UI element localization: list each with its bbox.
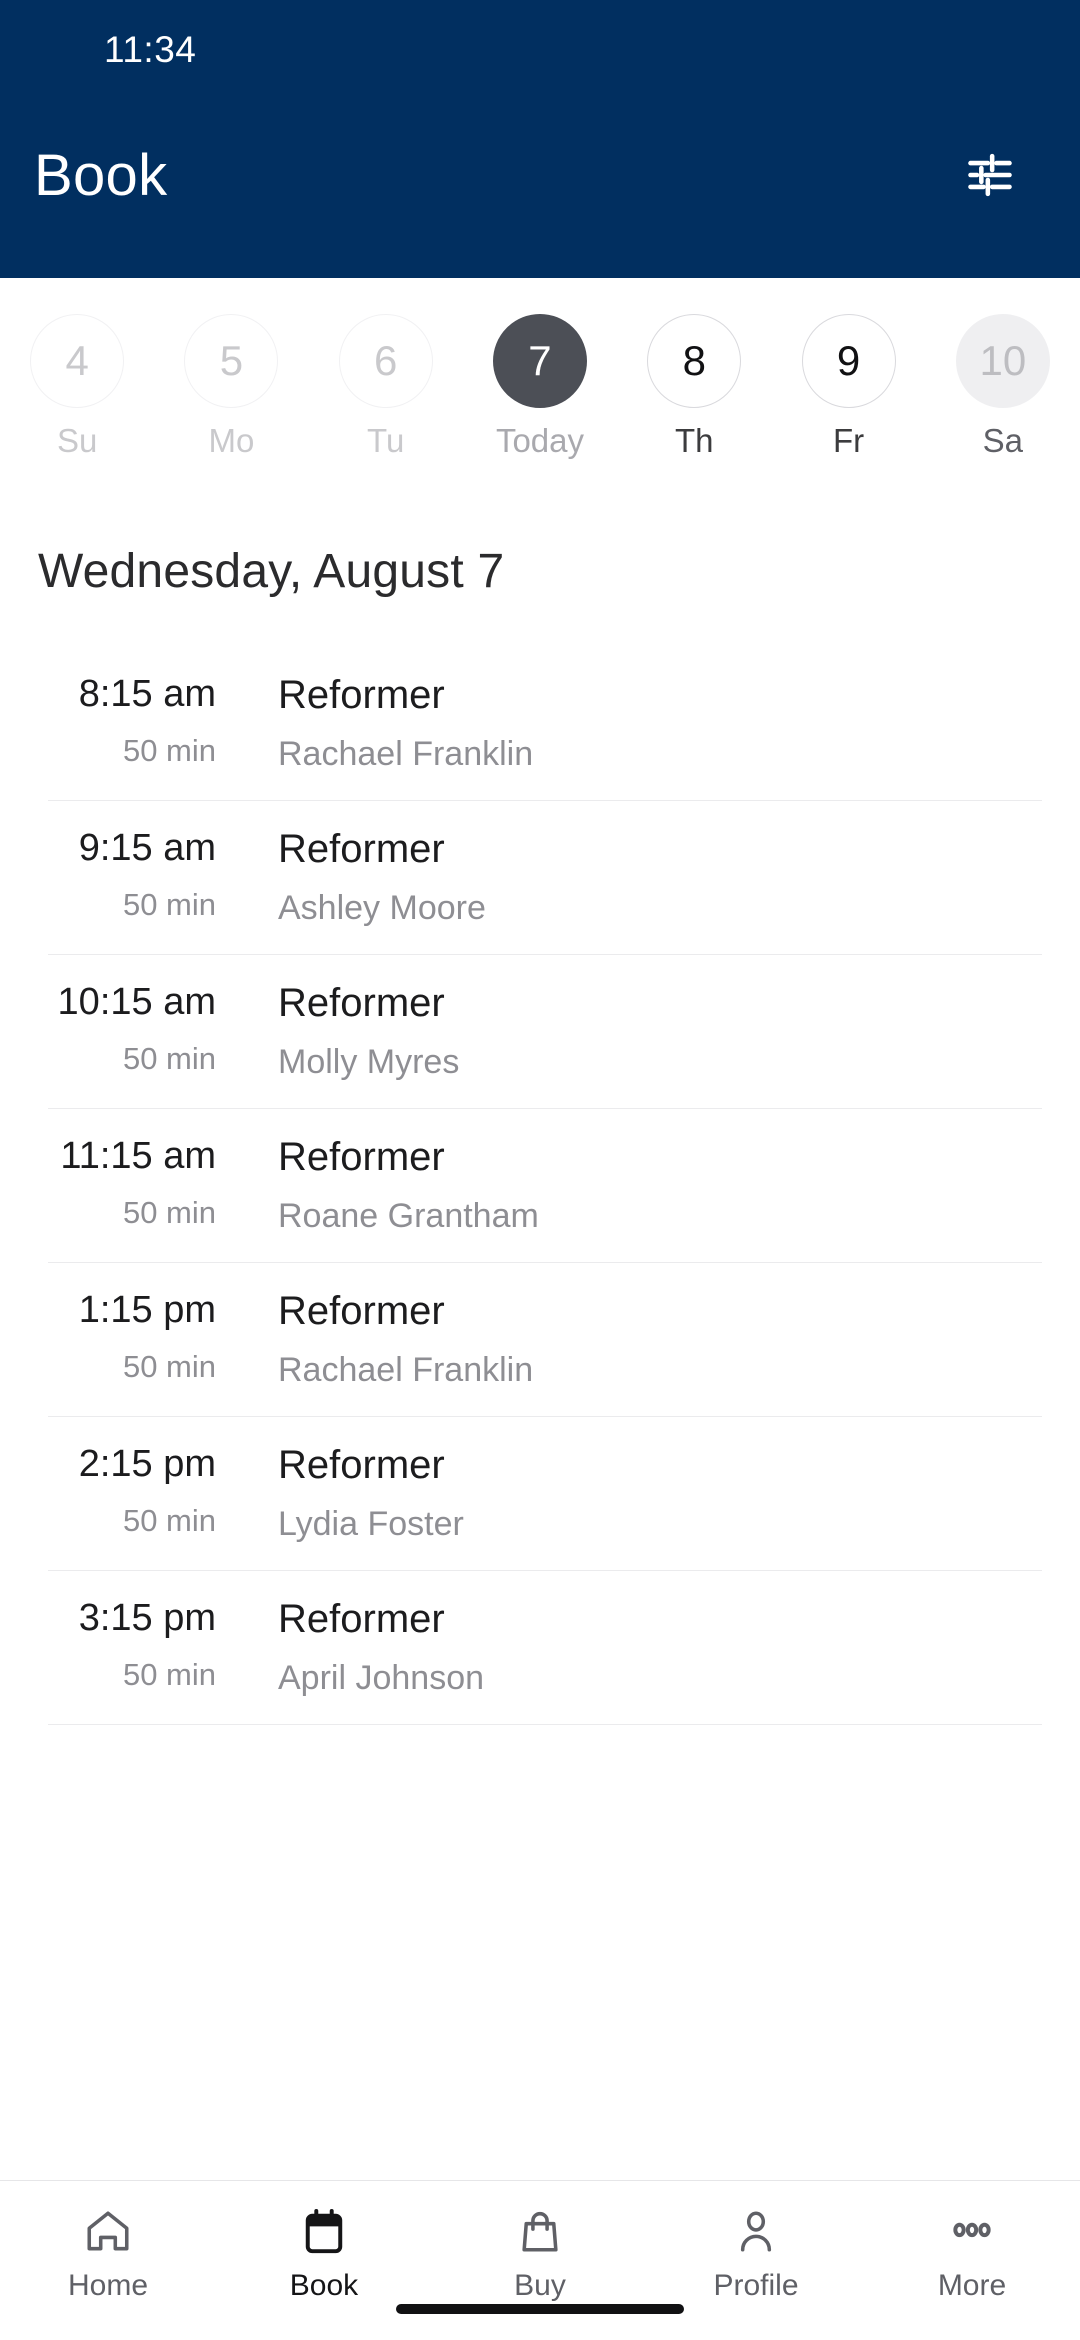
date-cell-4[interactable]: 4 Su — [0, 314, 154, 460]
class-instructor: Molly Myres — [278, 1043, 460, 1081]
nav-item-home[interactable]: Home — [0, 2203, 216, 2303]
class-time: 1:15 pm — [78, 1289, 216, 1331]
date-cell-6[interactable]: 6 Tu — [309, 314, 463, 460]
class-instructor: Rachael Franklin — [278, 1351, 534, 1389]
class-info-column: Reformer April Johnson — [230, 1597, 1042, 1698]
class-info-column: Reformer Rachael Franklin — [230, 1289, 1042, 1390]
class-name: Reformer — [278, 1289, 445, 1333]
status-bar: 11:34 — [0, 0, 1080, 100]
class-duration: 50 min — [122, 886, 216, 922]
class-time: 3:15 pm — [78, 1597, 216, 1639]
class-time: 8:15 am — [78, 673, 216, 715]
ellipsis-icon — [947, 2203, 997, 2261]
class-info-column: Reformer Lydia Foster — [230, 1443, 1042, 1544]
filter-button[interactable] — [952, 137, 1028, 213]
class-info-column: Reformer Ashley Moore — [230, 827, 1042, 928]
tune-sliders-icon — [964, 149, 1016, 201]
nav-item-book[interactable]: Book — [216, 2203, 432, 2303]
person-icon — [731, 2203, 781, 2261]
class-row[interactable]: 8:15 am 50 min Reformer Rachael Franklin — [48, 647, 1042, 801]
home-indicator — [396, 2304, 684, 2314]
class-info-column: Reformer Molly Myres — [230, 981, 1042, 1082]
app-bar: Book — [0, 100, 1080, 250]
date-cell-7-today[interactable]: 7 Today — [463, 314, 617, 460]
date-weekday: Th — [675, 422, 714, 459]
class-name: Reformer — [278, 1597, 445, 1641]
date-cell-5[interactable]: 5 Mo — [154, 314, 308, 460]
class-info-column: Reformer Rachael Franklin — [230, 673, 1042, 774]
class-name: Reformer — [278, 827, 445, 871]
nav-item-profile[interactable]: Profile — [648, 2203, 864, 2303]
date-number: 4 — [30, 314, 125, 408]
class-time-column: 3:15 pm 50 min — [48, 1597, 230, 1693]
date-number: 5 — [184, 314, 279, 408]
class-duration: 50 min — [122, 1040, 216, 1076]
class-instructor: Ashley Moore — [278, 889, 486, 927]
class-row[interactable]: 1:15 pm 50 min Reformer Rachael Franklin — [48, 1263, 1042, 1417]
day-heading: Wednesday, August 7 — [38, 545, 505, 598]
class-time-column: 1:15 pm 50 min — [48, 1289, 230, 1385]
class-info-column: Reformer Roane Grantham — [230, 1135, 1042, 1236]
bottom-navigation: Home Book Buy Profile More — [0, 2180, 1080, 2340]
date-weekday: Today — [495, 422, 585, 459]
app-header: 11:34 Book — [0, 0, 1080, 278]
class-name: Reformer — [278, 981, 445, 1025]
class-duration: 50 min — [122, 732, 216, 768]
nav-label: Buy — [514, 2269, 566, 2302]
date-weekday: Fr — [832, 422, 865, 459]
date-weekday: Mo — [208, 422, 255, 459]
date-cell-8[interactable]: 8 Th — [617, 314, 771, 460]
class-row[interactable]: 3:15 pm 50 min Reformer April Johnson — [48, 1571, 1042, 1725]
date-cell-10[interactable]: 10 Sa — [926, 314, 1080, 460]
class-row[interactable]: 9:15 am 50 min Reformer Ashley Moore — [48, 801, 1042, 955]
class-duration: 50 min — [122, 1502, 216, 1538]
home-icon — [83, 2203, 133, 2261]
class-instructor: Roane Grantham — [278, 1197, 539, 1235]
class-duration: 50 min — [122, 1348, 216, 1384]
class-instructor: April Johnson — [278, 1659, 485, 1697]
class-instructor: Rachael Franklin — [278, 735, 534, 773]
class-row[interactable]: 11:15 am 50 min Reformer Roane Grantham — [48, 1109, 1042, 1263]
nav-item-buy[interactable]: Buy — [432, 2203, 648, 2303]
date-number: 7 — [492, 314, 587, 408]
date-selector[interactable]: 4 Su 5 Mo 6 Tu 7 Today 8 Th 9 Fr 10 Sa — [0, 278, 1080, 460]
date-weekday: Tu — [367, 422, 405, 459]
nav-label: Home — [67, 2269, 149, 2302]
class-list: 8:15 am 50 min Reformer Rachael Franklin… — [0, 647, 1080, 2180]
class-name: Reformer — [278, 673, 445, 717]
class-time-column: 10:15 am 50 min — [48, 981, 230, 1077]
class-time: 11:15 am — [60, 1135, 216, 1177]
class-name: Reformer — [278, 1443, 445, 1487]
class-name: Reformer — [278, 1135, 445, 1179]
class-instructor: Lydia Foster — [278, 1505, 464, 1543]
date-number: 9 — [801, 314, 896, 408]
class-row[interactable]: 10:15 am 50 min Reformer Molly Myres — [48, 955, 1042, 1109]
page-title: Book — [34, 142, 168, 208]
status-bar-clock: 11:34 — [104, 29, 197, 70]
nav-label: Profile — [713, 2269, 799, 2302]
nav-item-more[interactable]: More — [864, 2203, 1080, 2303]
class-time-column: 9:15 am 50 min — [48, 827, 230, 923]
bag-icon — [515, 2203, 565, 2261]
date-weekday: Su — [56, 422, 98, 459]
class-duration: 50 min — [122, 1194, 216, 1230]
class-time-column: 11:15 am 50 min — [48, 1135, 230, 1231]
date-number: 6 — [338, 314, 433, 408]
class-time-column: 8:15 am 50 min — [48, 673, 230, 769]
date-weekday: Sa — [982, 422, 1024, 459]
nav-label: More — [937, 2269, 1007, 2302]
class-row[interactable]: 2:15 pm 50 min Reformer Lydia Foster — [48, 1417, 1042, 1571]
nav-label: Book — [289, 2269, 359, 2302]
calendar-icon — [299, 2203, 349, 2261]
date-cell-9[interactable]: 9 Fr — [771, 314, 925, 460]
app-screen: 11:34 Book 4 Su 5 Mo 6 Tu 7 Today 8 Th 9… — [0, 0, 1080, 2340]
class-time: 9:15 am — [78, 827, 216, 869]
class-time: 10:15 am — [57, 981, 216, 1023]
class-time: 2:15 pm — [78, 1443, 216, 1485]
date-number: 8 — [647, 314, 742, 408]
class-time-column: 2:15 pm 50 min — [48, 1443, 230, 1539]
class-duration: 50 min — [122, 1656, 216, 1692]
date-number: 10 — [955, 314, 1050, 408]
